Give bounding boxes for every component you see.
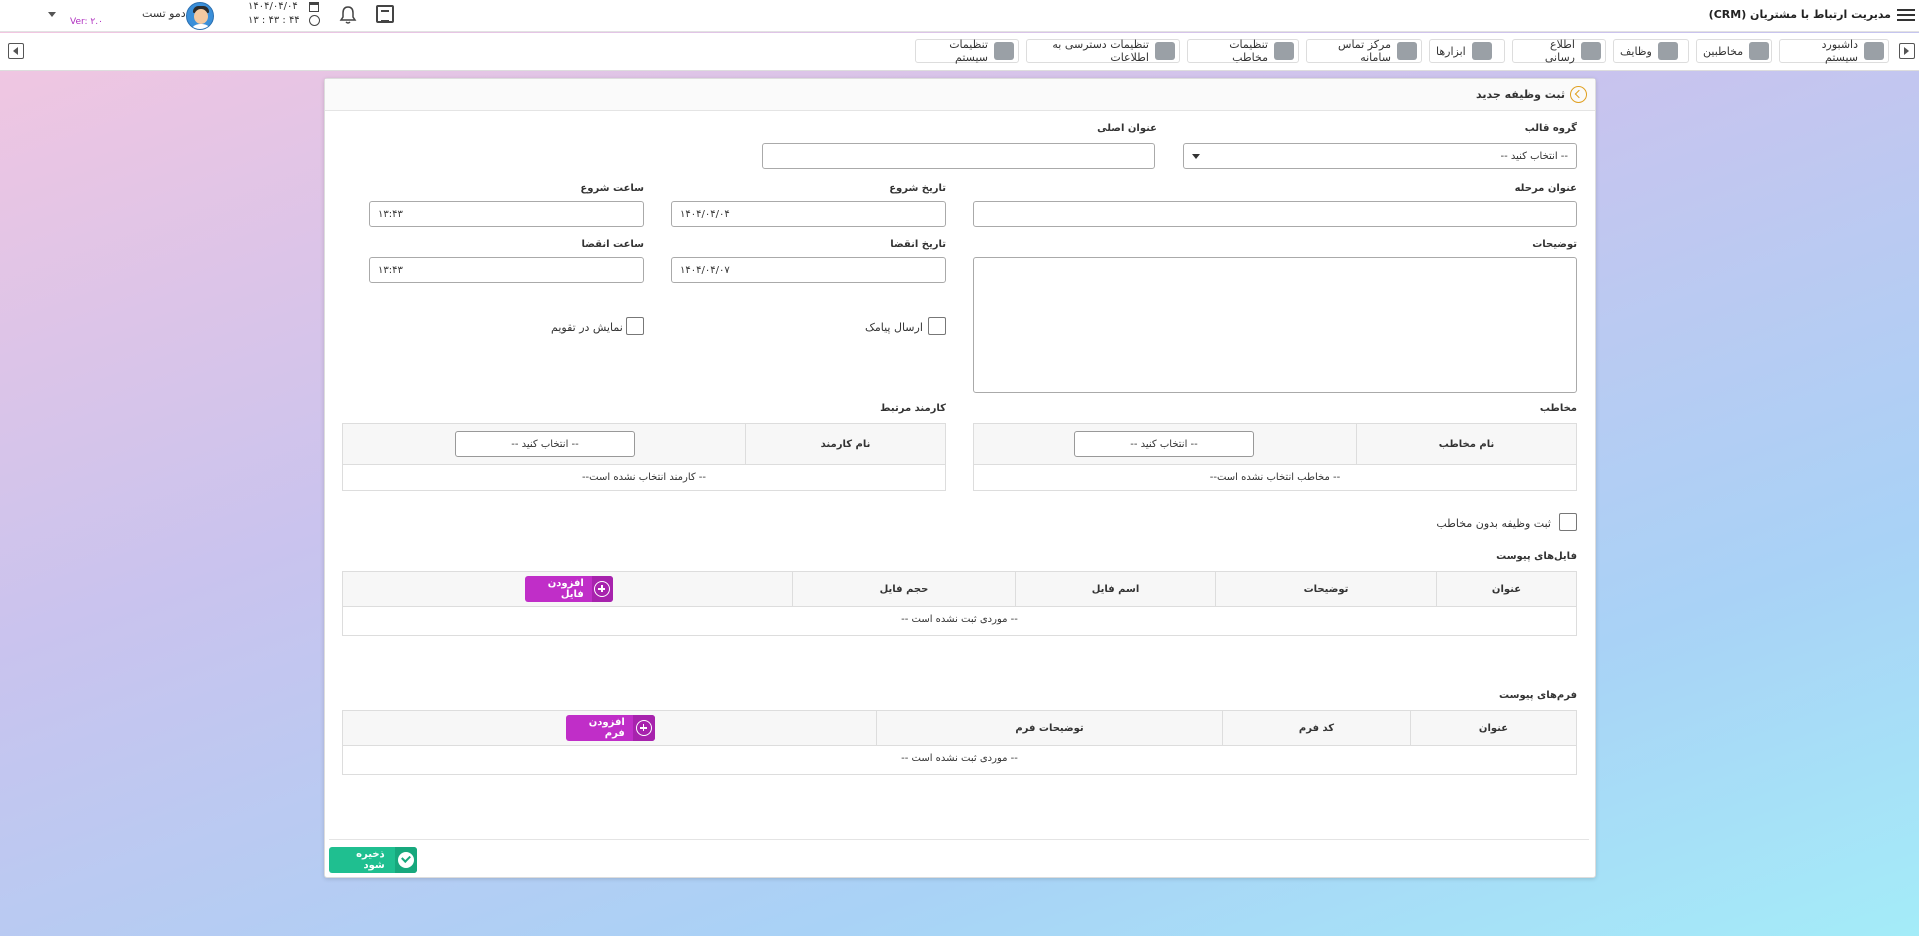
version-label: Ver: ۲.۰: [70, 17, 103, 27]
tools-icon: [1471, 42, 1492, 60]
nav-scroll-left-icon[interactable]: [8, 43, 24, 59]
end-time-input[interactable]: ۱۳:۴۳: [369, 257, 644, 283]
start-time-label: ساعت شروع: [580, 183, 644, 194]
hamburger-menu-icon[interactable]: [1897, 6, 1915, 22]
footer-divider: [329, 839, 1589, 840]
add-file-button[interactable]: افزودن فایل: [525, 576, 613, 602]
forms-empty-row: -- موردی ثبت نشده است --: [901, 753, 1018, 764]
user-gear-icon: [1274, 42, 1294, 60]
new-task-panel: ثبت وظیفه جدید گروه قالب -- انتخاب کنید …: [324, 78, 1596, 878]
notification-bell-icon[interactable]: [338, 5, 358, 25]
forms-col-code: کد فرم: [1222, 711, 1410, 745]
stage-title-label: عنوان مرحله: [1514, 183, 1577, 194]
contact-table-head: نام مخاطب -- انتخاب کنید --: [974, 424, 1576, 465]
nav-item-system-settings[interactable]: تنظیمات سیستم: [915, 38, 1019, 64]
files-table-head: عنوان توضیحات اسم فایل حجم فایل افزودن ف…: [343, 572, 1576, 607]
check-circle-icon: [394, 847, 417, 873]
nav-item-contacts[interactable]: مخاطبین: [1696, 39, 1772, 63]
nav-item-contact-settings[interactable]: تنظیمات مخاطب: [1187, 38, 1299, 64]
main-navbar: داشبورد سیستم مخاطبین وظایف اطلاع رسانی …: [0, 33, 1919, 71]
end-date-input[interactable]: ۱۴۰۴/۰۴/۰۷: [671, 257, 946, 283]
avatar[interactable]: [186, 2, 214, 30]
employee-table: نام کارمند -- انتخاب کنید -- -- کارمند ا…: [342, 423, 946, 491]
envelope-icon: [1581, 42, 1601, 60]
end-time-label: ساعت انقضا: [581, 239, 644, 250]
bell-icon: [1657, 42, 1678, 60]
files-empty-row: -- موردی ثبت نشده است --: [901, 614, 1018, 625]
employee-empty-row: -- کارمند انتخاب نشده است--: [581, 472, 707, 483]
plus-circle-icon: [632, 715, 655, 741]
nav-item-notifications[interactable]: اطلاع رسانی: [1512, 38, 1606, 64]
back-icon[interactable]: [1570, 86, 1587, 103]
add-form-button[interactable]: افزودن فرم: [566, 715, 655, 741]
current-time: ۱۳ : ۴۳ : ۴۴: [248, 15, 300, 26]
fax-icon: [1397, 42, 1417, 60]
template-group-select[interactable]: -- انتخاب کنید --: [1183, 143, 1577, 169]
chevron-down-icon: [1192, 154, 1200, 159]
forms-col-description: توضیحات فرم: [876, 711, 1222, 745]
start-time-input[interactable]: ۱۳:۴۳: [369, 201, 644, 227]
template-group-label: گروه قالب: [1524, 123, 1577, 134]
end-date-label: تاریخ انقضا: [890, 239, 946, 250]
contact-select-button[interactable]: -- انتخاب کنید --: [1074, 431, 1254, 457]
no-contact-label: ثبت وظیفه بدون مخاطب: [1436, 517, 1551, 530]
nav-item-access-settings[interactable]: تنظیمات دسترسی به اطلاعات: [1026, 38, 1180, 64]
start-date-input[interactable]: ۱۴۰۴/۰۴/۰۴: [671, 201, 946, 227]
start-date-label: تاریخ شروع: [889, 183, 946, 194]
contact-name-header: نام مخاطب: [1356, 424, 1576, 464]
user-name[interactable]: دمو تست: [142, 7, 186, 20]
nav-item-dashboard[interactable]: داشبورد سیستم: [1779, 38, 1889, 64]
nav-item-tools[interactable]: ابزارها: [1429, 39, 1505, 63]
files-col-title: عنوان: [1436, 572, 1576, 606]
forms-table: عنوان کد فرم توضیحات فرم افزودن فرم -- م…: [342, 710, 1577, 775]
show-calendar-checkbox[interactable]: [626, 317, 644, 335]
plus-circle-icon: [591, 576, 613, 602]
files-col-description: توضیحات: [1215, 572, 1436, 606]
forms-table-head: عنوان کد فرم توضیحات فرم افزودن فرم: [343, 711, 1576, 746]
files-section-label: فایل‌های پیوست: [1496, 551, 1577, 562]
main-title-label: عنوان اصلی: [1097, 123, 1157, 134]
gears-icon: [994, 42, 1014, 60]
no-contact-checkbox[interactable]: [1559, 513, 1577, 531]
contact-table: نام مخاطب -- انتخاب کنید -- -- مخاطب انت…: [973, 423, 1577, 491]
files-col-filename: اسم فایل: [1015, 572, 1215, 606]
page-title: ثبت وظیفه جدید: [1476, 88, 1565, 101]
key-icon: [1155, 42, 1175, 60]
app-title: مدیریت ارتباط با مشتریان (CRM): [1708, 8, 1891, 21]
nav-item-tasks[interactable]: وظایف: [1613, 39, 1689, 63]
contact-empty-row: -- مخاطب انتخاب نشده است--: [1209, 472, 1341, 483]
panel-header: ثبت وظیفه جدید: [325, 79, 1595, 111]
send-sms-checkbox[interactable]: [928, 317, 946, 335]
contacts-icon: [1749, 42, 1770, 60]
employee-select-button[interactable]: -- انتخاب کنید --: [455, 431, 635, 457]
calendar-icon: [309, 2, 319, 12]
description-textarea[interactable]: [973, 257, 1577, 393]
send-sms-label: ارسال پیامک: [865, 321, 923, 334]
gauge-icon: [1864, 42, 1884, 60]
current-date: ۱۴۰۴/۰۴/۰۴: [248, 1, 298, 12]
description-label: توضیحات: [1532, 239, 1577, 250]
forms-section-label: فرم‌های پیوست: [1499, 690, 1577, 701]
contact-label: مخاطب: [1539, 403, 1577, 414]
employee-name-header: نام کارمند: [745, 424, 945, 464]
employee-table-head: نام کارمند -- انتخاب کنید --: [343, 424, 945, 465]
top-bar: مدیریت ارتباط با مشتریان (CRM) Ver: ۲.۰ …: [0, 0, 1919, 32]
newspaper-icon[interactable]: [376, 5, 394, 23]
stage-title-input[interactable]: [973, 201, 1577, 227]
files-table: عنوان توضیحات اسم فایل حجم فایل افزودن ف…: [342, 571, 1577, 636]
clock-icon: [309, 15, 320, 26]
save-button[interactable]: ذخیره شود: [329, 847, 417, 873]
user-menu-caret-icon[interactable]: [48, 12, 56, 17]
show-calendar-label: نمایش در تقویم: [551, 321, 623, 334]
forms-col-title: عنوان: [1410, 711, 1576, 745]
main-title-input[interactable]: [762, 143, 1155, 169]
employee-label: کارمند مرتبط: [880, 403, 946, 414]
nav-item-call-center[interactable]: مرکز تماس سامانه: [1306, 38, 1422, 64]
nav-scroll-right-icon[interactable]: [1899, 43, 1915, 59]
files-col-filesize: حجم فایل: [792, 572, 1015, 606]
